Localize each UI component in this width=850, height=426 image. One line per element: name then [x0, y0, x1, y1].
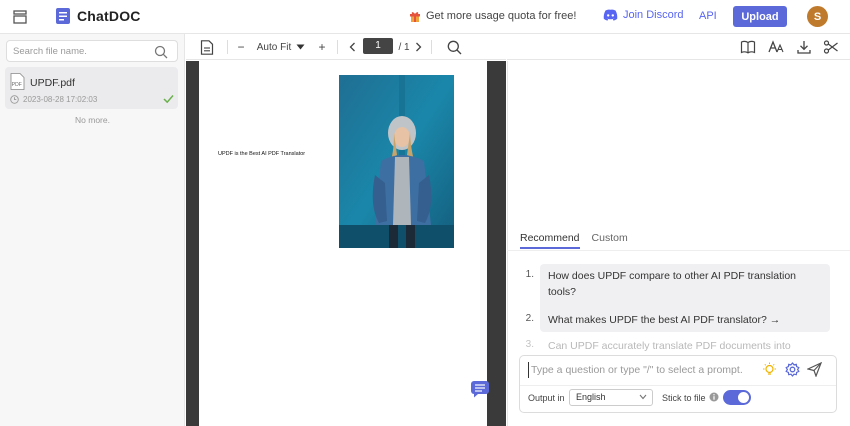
- discord-icon: [603, 9, 618, 21]
- toggle-knob: [738, 392, 749, 403]
- output-language-select[interactable]: English: [569, 389, 653, 406]
- zoom-label: Auto Fit: [256, 41, 292, 53]
- page-total: / 1: [398, 41, 410, 53]
- gift-icon: [410, 11, 420, 22]
- chat-input-card: Output in English Stick to file: [519, 355, 837, 413]
- chat-input[interactable]: [528, 362, 754, 378]
- suggestion-item[interactable]: 3. Can UPDF accurately translate PDF doc…: [520, 334, 830, 354]
- user-avatar[interactable]: S: [807, 6, 828, 27]
- suggestion-tabs: Recommend Custom: [520, 232, 628, 249]
- document-icon: [200, 39, 214, 55]
- info-icon[interactable]: [709, 392, 719, 402]
- chatdoc-logo-icon: [56, 8, 70, 24]
- page-number-input[interactable]: 1: [363, 38, 393, 54]
- tab-recommend[interactable]: Recommend: [520, 232, 580, 249]
- tabs-divider: [507, 250, 850, 251]
- promo-text: Get more usage quota for free!: [426, 10, 577, 22]
- file-list-item[interactable]: PDF UPDF.pdf 2023-08-28 17:02:03: [5, 67, 178, 109]
- toolbar-divider: [337, 40, 338, 54]
- brand-name: ChatDOC: [77, 8, 141, 24]
- pdf-search-button[interactable]: [444, 34, 464, 60]
- pdf-photo: [339, 75, 454, 248]
- svg-text:PDF: PDF: [12, 82, 22, 88]
- file-date: 2023-08-28 17:02:03: [23, 95, 98, 104]
- upload-button[interactable]: Upload: [733, 6, 787, 27]
- clock-icon: [10, 95, 19, 104]
- search-icon[interactable]: [154, 45, 168, 59]
- font-size-icon[interactable]: [768, 39, 784, 55]
- next-page-button[interactable]: [412, 34, 424, 60]
- output-language-label: Output in: [528, 393, 565, 403]
- lightbulb-icon[interactable]: [762, 362, 777, 377]
- suggestion-line: How does UPDF compare to other AI PDF tr…: [548, 270, 797, 298]
- discord-label: Join Discord: [623, 9, 684, 21]
- sidebar-toggle-icon[interactable]: [12, 9, 28, 25]
- book-icon[interactable]: [740, 39, 756, 55]
- brand: ChatDOC: [56, 8, 141, 24]
- stick-to-file-toggle[interactable]: [723, 390, 751, 405]
- pdf-text-line: UPDF is the Best AI PDF Translator: [218, 151, 306, 157]
- chevron-right-icon: [415, 42, 421, 52]
- toolbar-divider: [227, 40, 228, 54]
- chat-toolbar: [507, 34, 850, 60]
- file-sidebar: PDF UPDF.pdf 2023-08-28 17:02:03 No more…: [0, 34, 185, 426]
- caret-down-icon: [296, 44, 305, 50]
- input-divider: [520, 385, 836, 386]
- pdf-file-icon: PDF: [10, 73, 25, 90]
- download-icon[interactable]: [796, 39, 812, 55]
- suggestion-item[interactable]: 2. What makes UPDF the best AI PDF trans…: [520, 308, 830, 332]
- suggestion-text: What makes UPDF the best AI PDF translat…: [540, 308, 830, 332]
- chat-bubble-icon[interactable]: [470, 380, 490, 398]
- file-search: [6, 40, 178, 62]
- file-name: UPDF.pdf: [30, 77, 75, 89]
- document-outline-button[interactable]: [198, 34, 216, 60]
- send-icon[interactable]: [807, 362, 822, 377]
- search-icon: [447, 40, 461, 54]
- zoom-in-button[interactable]: +: [316, 34, 328, 60]
- output-language-value: English: [576, 392, 606, 402]
- prev-page-button[interactable]: [346, 34, 358, 60]
- suggestion-number: 2.: [525, 313, 534, 324]
- file-search-input[interactable]: [13, 44, 151, 58]
- share-icon[interactable]: [823, 39, 839, 55]
- chevron-down-icon: [639, 394, 647, 400]
- suggestion-number: 3.: [525, 339, 534, 350]
- api-link[interactable]: API: [699, 10, 717, 22]
- suggestion-text: Can UPDF accurately translate PDF docume…: [548, 340, 791, 352]
- stick-to-file-label: Stick to file: [662, 393, 706, 403]
- toolbar-divider: [431, 40, 432, 54]
- zoom-select[interactable]: Auto Fit: [256, 34, 306, 60]
- tab-custom[interactable]: Custom: [592, 232, 628, 249]
- pdf-toolbar: − Auto Fit + / 1: [186, 34, 506, 60]
- list-end-text: No more.: [75, 115, 110, 125]
- zoom-out-button[interactable]: −: [235, 34, 247, 60]
- join-discord-link[interactable]: Join Discord: [603, 9, 684, 21]
- promo-link[interactable]: Get more usage quota for free!: [410, 10, 576, 22]
- chevron-left-icon: [349, 42, 355, 52]
- top-header: ChatDOC Get more usage quota for free! J…: [0, 0, 850, 34]
- gear-icon[interactable]: [785, 362, 800, 377]
- check-icon: [163, 95, 174, 104]
